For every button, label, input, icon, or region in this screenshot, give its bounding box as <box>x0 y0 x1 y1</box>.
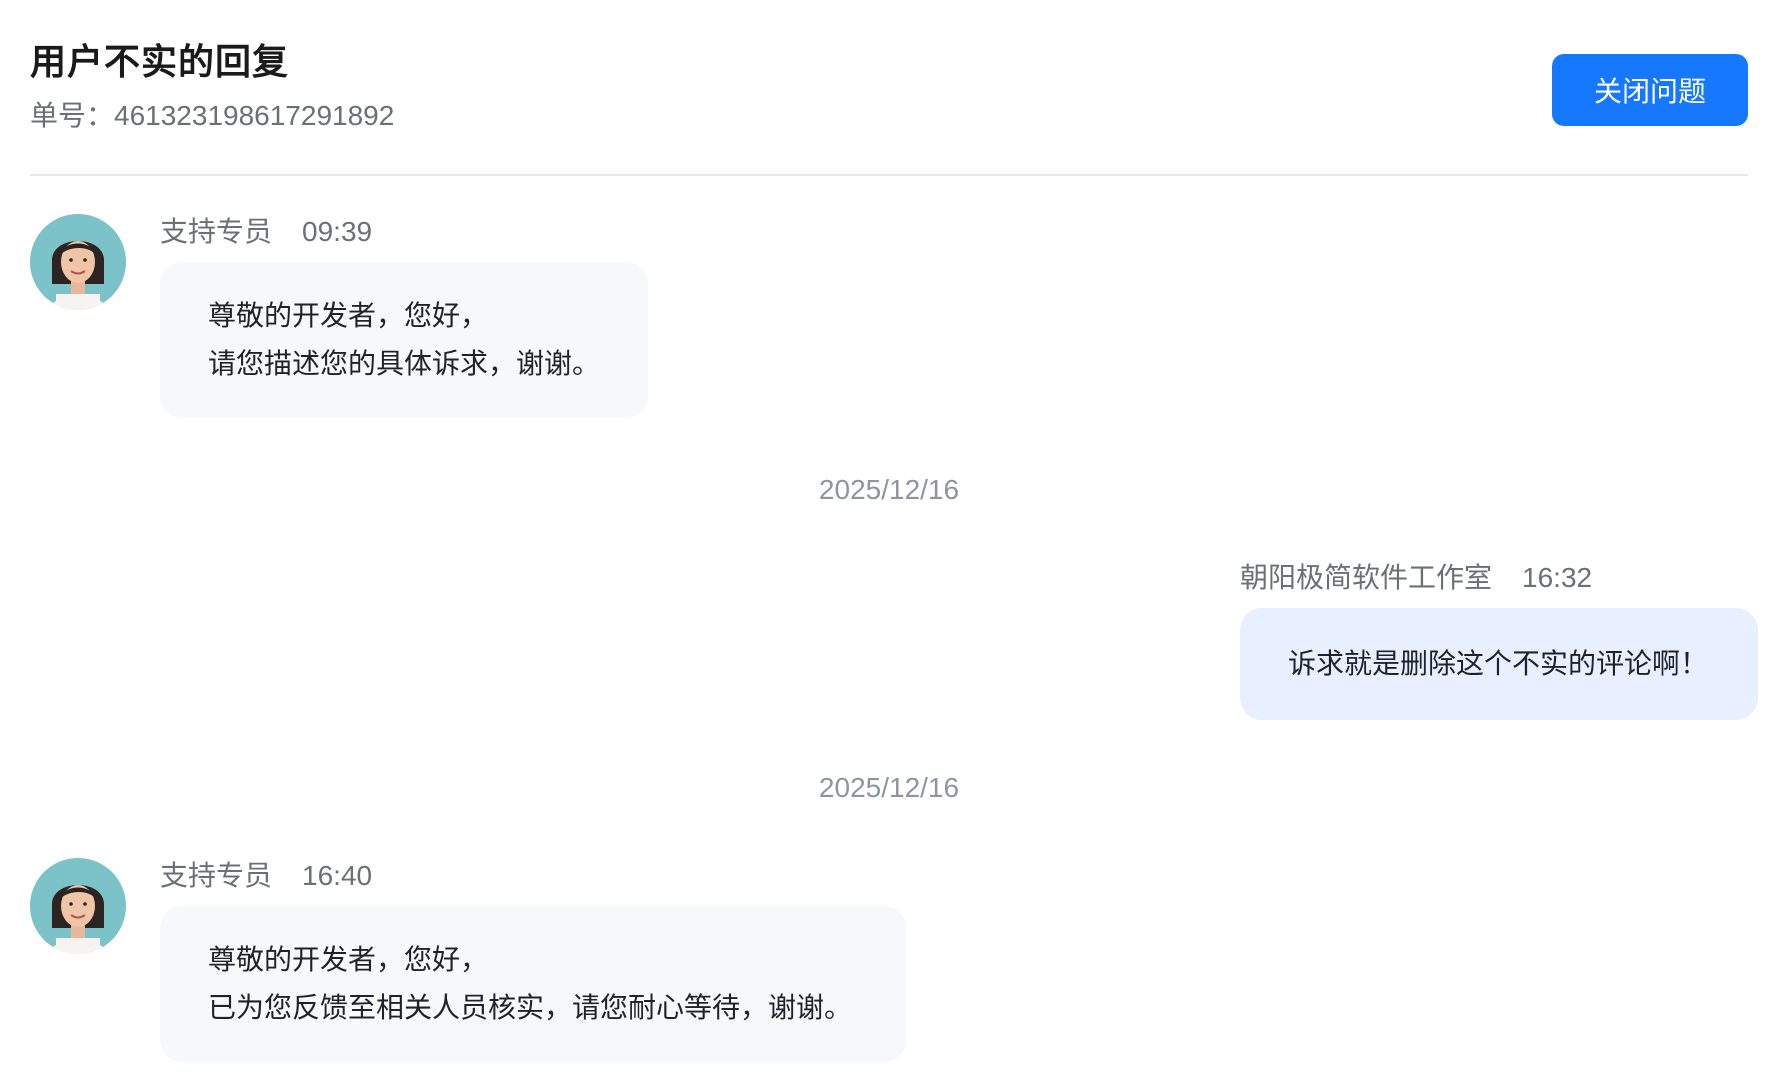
date-separator: 2025/12/16 <box>818 772 960 803</box>
message-line: 已为您反馈至相关人员核实，请您耐心等待，谢谢。 <box>208 992 853 1023</box>
message-time: 16:40 <box>302 860 373 891</box>
date-separator: 2025/12/16 <box>818 474 960 505</box>
support-agent-avatar-icon <box>30 214 126 310</box>
message-bubble: 诉求就是删除这个不实的评论啊！ <box>1240 608 1758 720</box>
support-agent-avatar <box>30 214 126 310</box>
sender-name: 支持专员 <box>160 860 273 891</box>
message-line: 尊敬的开发者，您好， <box>208 300 489 331</box>
support-agent-avatar-icon <box>30 858 126 954</box>
message-bubble: 尊敬的开发者，您好， 请您描述您的具体诉求，谢谢。 <box>160 262 648 418</box>
sender-name: 朝阳极简软件工作室 <box>1240 562 1493 593</box>
ticket-number-label: 单号： <box>30 100 115 131</box>
support-agent-avatar <box>30 858 126 954</box>
message-meta: 支持专员 09:39 <box>160 214 372 250</box>
message-line: 尊敬的开发者，您好， <box>208 944 489 975</box>
message-time: 16:32 <box>1522 562 1593 593</box>
close-issue-button[interactable]: 关闭问题 <box>1552 54 1748 126</box>
message-time: 09:39 <box>302 216 373 247</box>
ticket-number: 461323198617291892 <box>114 100 395 131</box>
message-line: 请您描述您的具体诉求，谢谢。 <box>208 348 601 379</box>
ticket-conversation-page: 用户不实的回复 单号：461323198617291892 关闭问题 支持专员 0… <box>0 0 1778 1088</box>
ticket-header: 用户不实的回复 单号：461323198617291892 关闭问题 <box>30 38 1748 176</box>
message-bubble: 尊敬的开发者，您好， 已为您反馈至相关人员核实，请您耐心等待，谢谢。 <box>160 906 906 1062</box>
message-line: 诉求就是删除这个不实的评论啊！ <box>1288 648 1709 679</box>
ticket-number-row: 单号：461323198617291892 <box>30 98 1748 134</box>
message-meta: 朝阳极简软件工作室 16:32 <box>1240 560 1592 596</box>
message-meta: 支持专员 16:40 <box>160 858 372 894</box>
sender-name: 支持专员 <box>160 216 273 247</box>
page-title: 用户不实的回复 <box>30 41 290 82</box>
